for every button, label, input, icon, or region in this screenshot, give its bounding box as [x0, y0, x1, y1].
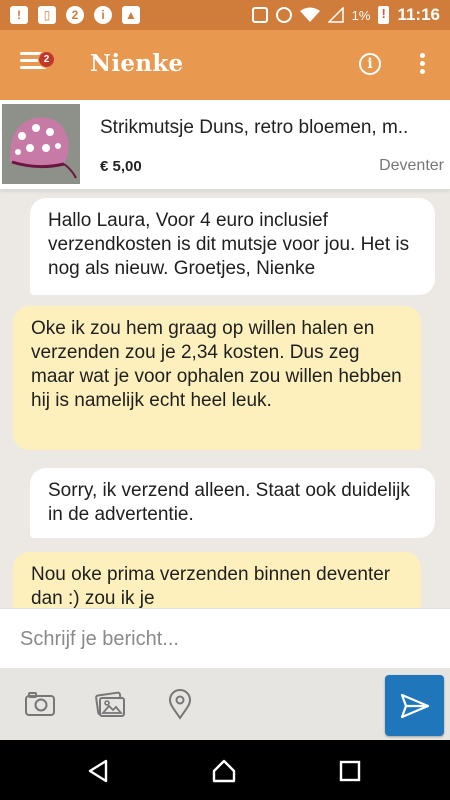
- app-bar: 2 Nienke i: [0, 30, 450, 100]
- info-button[interactable]: i: [359, 53, 381, 75]
- status-bar-notifications: ! ▯ 2 i ▲: [10, 6, 140, 24]
- send-button[interactable]: [385, 675, 444, 736]
- product-price: € 5,00: [100, 158, 142, 175]
- outgoing-message: Nou oke prima verzenden binnen deventer …: [13, 552, 421, 608]
- status-bar: ! ▯ 2 i ▲ 1% 11:16: [0, 0, 450, 30]
- status-bar-system: 1% 11:16: [251, 5, 440, 25]
- gallery-button[interactable]: [94, 688, 126, 720]
- location-pin-icon: [168, 689, 192, 720]
- info-icon: i: [367, 56, 373, 72]
- app-icon: 2: [66, 6, 84, 24]
- knitted-hat-image: [2, 104, 80, 184]
- back-icon: [88, 759, 108, 783]
- composer: [0, 608, 450, 668]
- sim-alert-icon: ▯: [38, 6, 56, 24]
- alarm-icon: [275, 7, 292, 23]
- send-icon: [400, 693, 429, 718]
- product-title: Strikmutsje Duns, retro bloemen, m..: [100, 117, 409, 138]
- incoming-message: Sorry, ik verzend alleen. Staat ook duid…: [30, 468, 435, 538]
- product-location: Deventer: [379, 157, 444, 174]
- vibrate-icon: [251, 7, 268, 23]
- home-button[interactable]: [211, 758, 237, 784]
- outgoing-message: Oke ik zou hem graag op willen halen en …: [13, 306, 421, 450]
- product-card[interactable]: Strikmutsje Duns, retro bloemen, m.. € 5…: [0, 100, 450, 190]
- more-options-button[interactable]: [418, 53, 426, 77]
- home-icon: [212, 759, 236, 783]
- conversation-title: Nienke: [90, 50, 184, 77]
- product-thumbnail: [2, 104, 80, 184]
- recent-apps-icon: [339, 760, 361, 782]
- incoming-message: Hallo Laura, Voor 4 euro inclusief verze…: [30, 198, 435, 295]
- message-input[interactable]: [20, 623, 430, 655]
- notification-badge: 2: [38, 51, 55, 68]
- wifi-icon: [299, 7, 320, 22]
- back-button[interactable]: [86, 758, 112, 784]
- camera-button[interactable]: [24, 688, 56, 720]
- battery-low-icon: [378, 6, 390, 24]
- image-icon: ▲: [122, 6, 140, 24]
- dot: [419, 53, 425, 58]
- alert-icon: !: [10, 6, 28, 24]
- dot: [419, 69, 425, 74]
- clock: 11:16: [397, 5, 440, 24]
- dot: [419, 61, 425, 66]
- attachment-toolbar: [0, 668, 450, 740]
- system-navigation-bar: [0, 740, 450, 800]
- location-button[interactable]: [164, 688, 196, 720]
- battery-percent: 1%: [351, 7, 371, 23]
- camera-icon: [25, 692, 55, 716]
- signal-icon: [327, 7, 344, 23]
- message-list[interactable]: Hallo Laura, Voor 4 euro inclusief verze…: [0, 190, 450, 608]
- gallery-icon: [95, 691, 125, 717]
- info-icon: i: [94, 6, 112, 24]
- recent-apps-button[interactable]: [337, 758, 363, 784]
